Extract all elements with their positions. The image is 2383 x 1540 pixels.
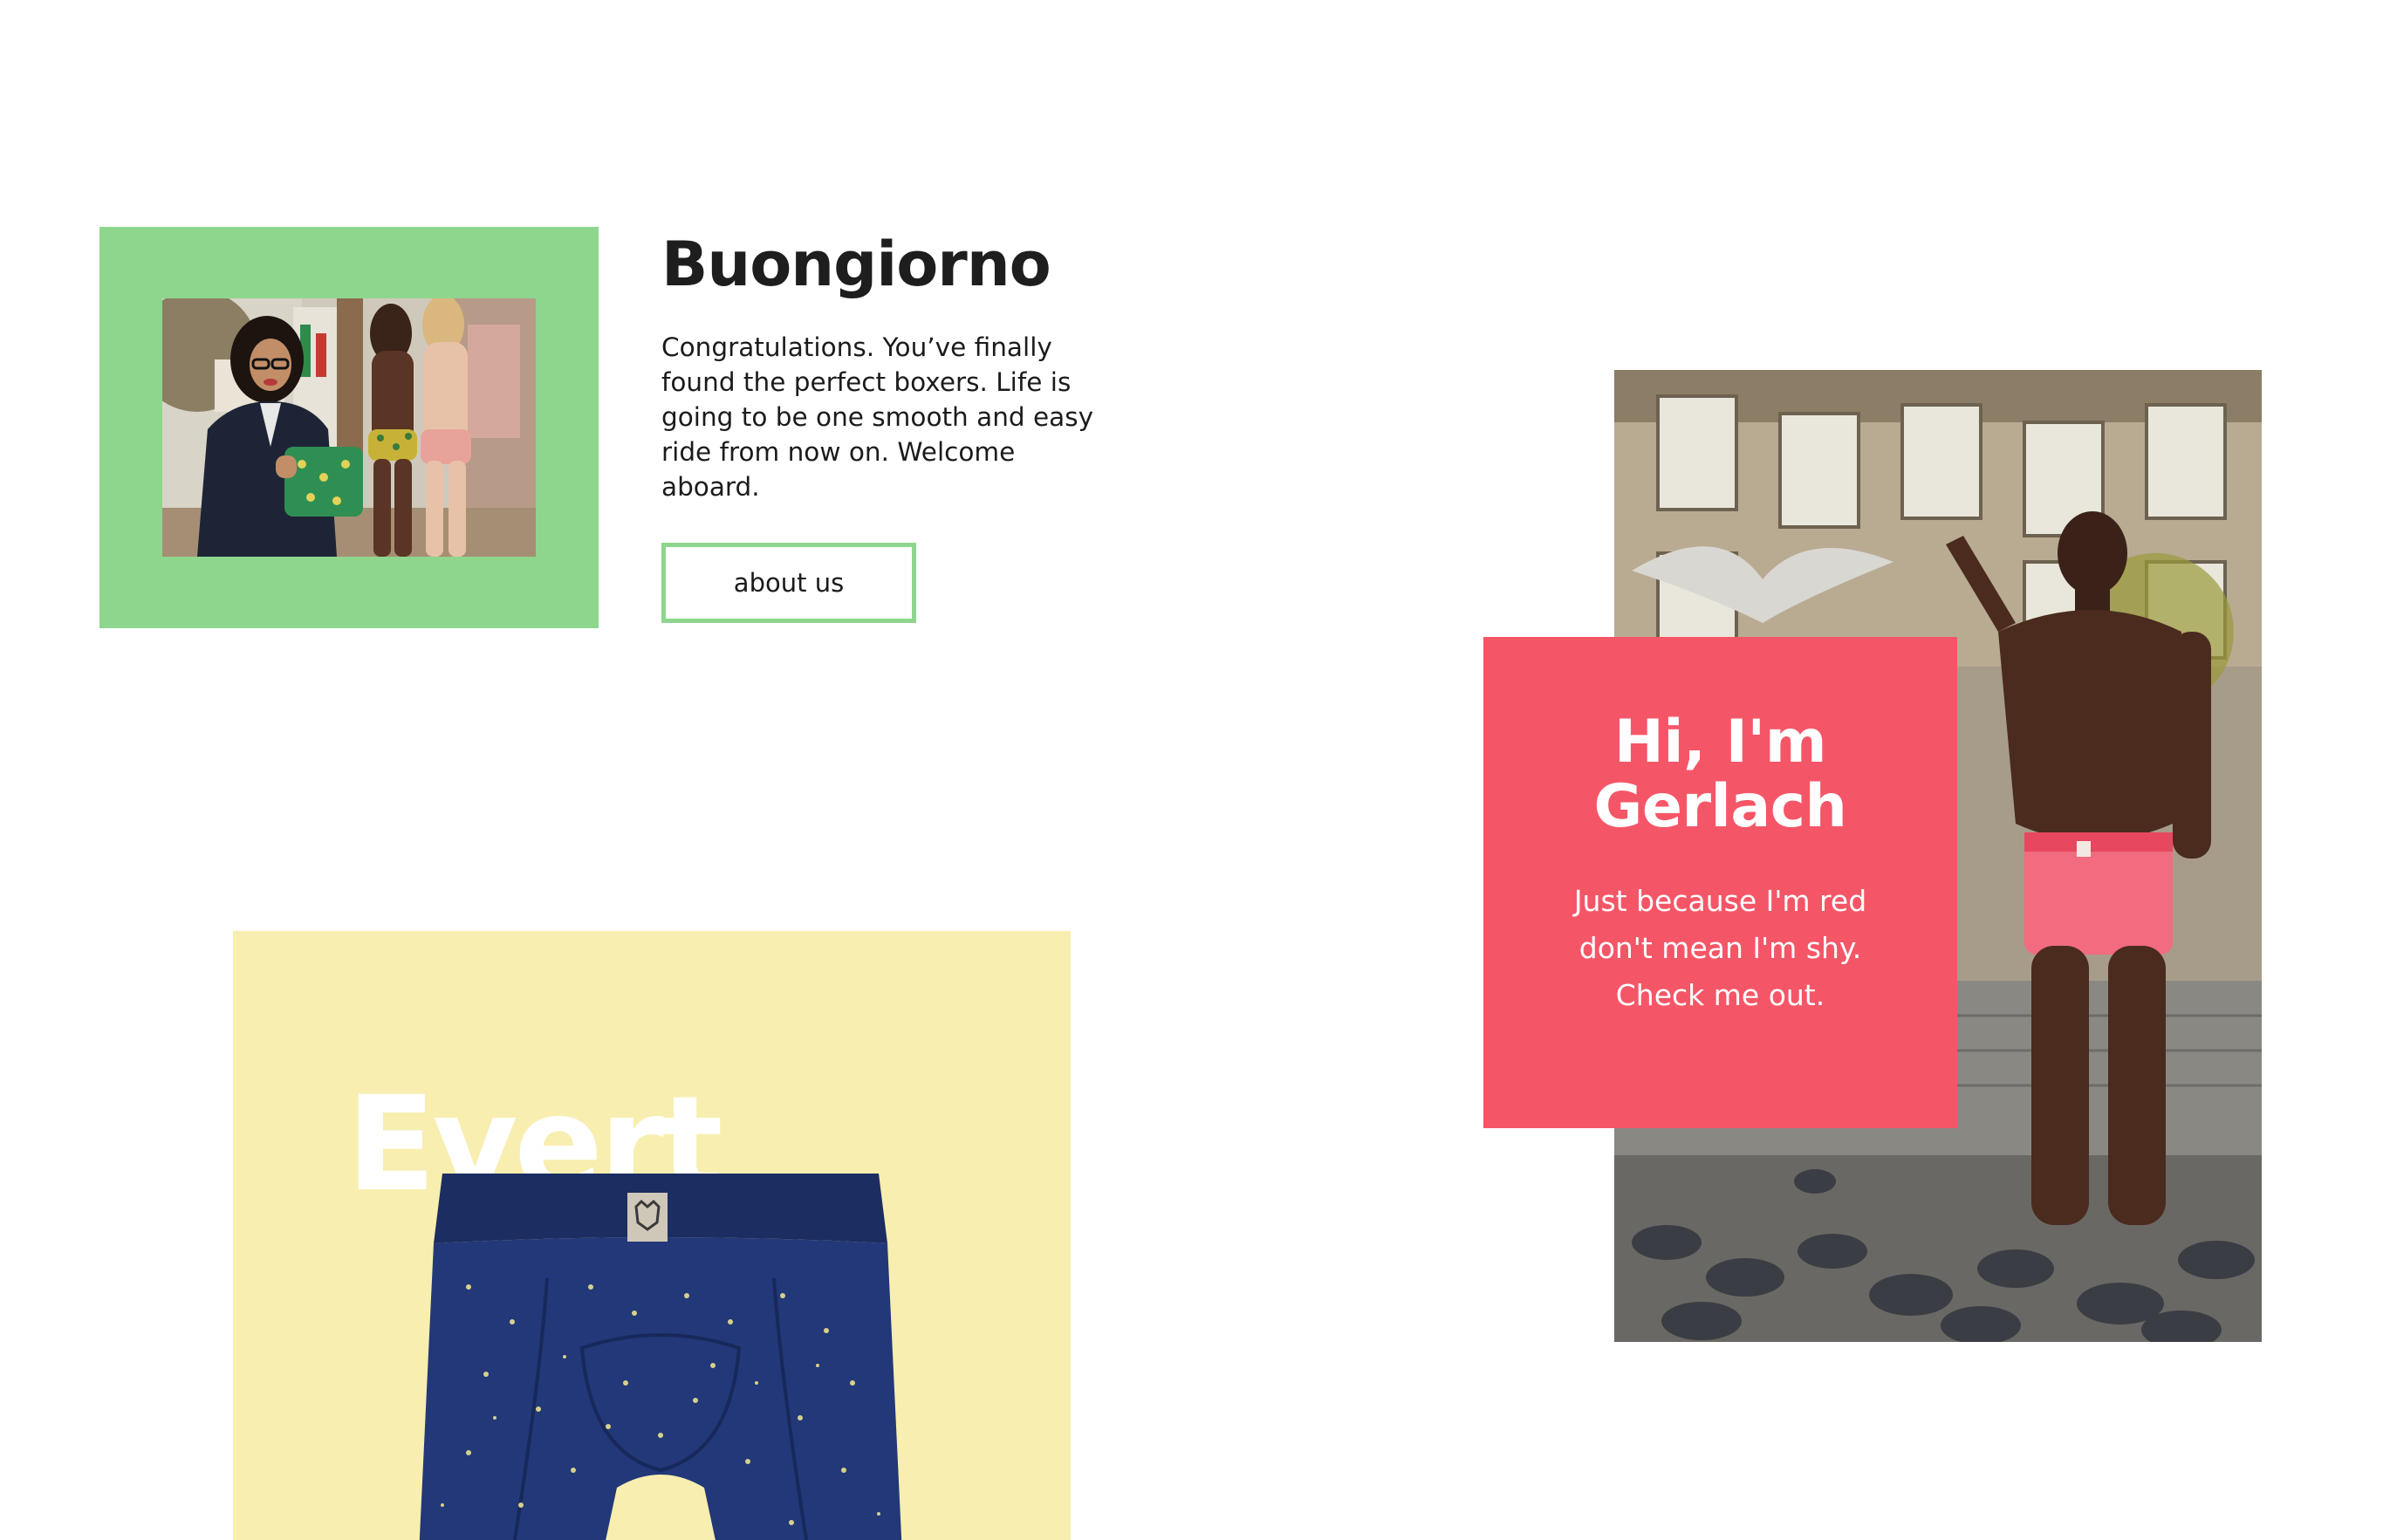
gerlach-promo-card[interactable]: Hi, I'm Gerlach Just because I'm red don… [1483, 637, 1957, 1128]
about-photo-frame [99, 227, 599, 628]
gerlach-tagline-line-3: Check me out. [1615, 978, 1825, 1012]
gerlach-tagline-line-1: Just because I'm red [1573, 884, 1867, 918]
product-card-evert[interactable]: Evert [233, 931, 1071, 1540]
about-us-button[interactable]: about us [661, 543, 916, 623]
about-description: Congratulations. You’ve finally found th… [661, 332, 1094, 502]
gerlach-title-line-1: Hi, I'm [1613, 708, 1827, 777]
product-boxer-image [419, 1174, 902, 1540]
bear-logo-icon [627, 1193, 668, 1242]
gerlach-title: Hi, I'm Gerlach [1483, 710, 1957, 839]
gerlach-tagline-line-2: don't mean I'm shy. [1578, 931, 1862, 965]
gerlach-tagline: Just because I'm red don't mean I'm shy.… [1536, 878, 1905, 1019]
about-photo [162, 298, 536, 557]
about-photo-illustration [162, 298, 536, 557]
about-button-wrapper: about us [661, 543, 920, 626]
gerlach-title-line-2: Gerlach [1593, 772, 1847, 841]
about-title: Buongiorno [661, 229, 1051, 300]
